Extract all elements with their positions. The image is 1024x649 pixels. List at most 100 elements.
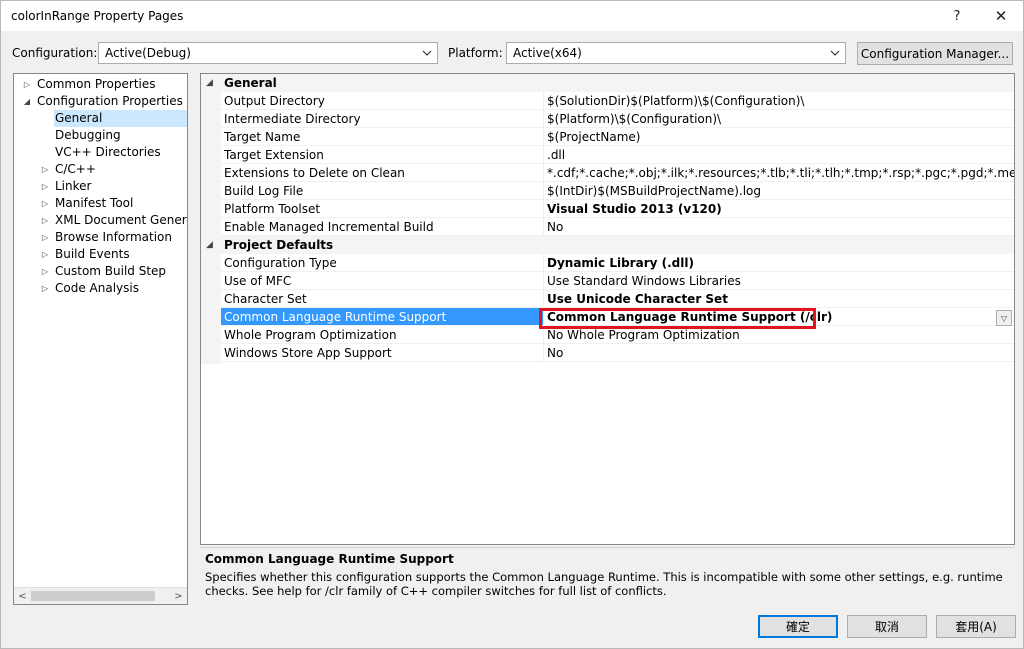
tree-item[interactable]: General (14, 110, 187, 127)
collapse-icon[interactable]: ◢ (206, 236, 216, 254)
property-row[interactable]: Enable Managed Incremental Build No (201, 218, 1014, 236)
description-title: Common Language Runtime Support (205, 552, 454, 566)
tree-item-label: Code Analysis (55, 281, 139, 295)
tree-item[interactable]: ▷ Custom Build Step (14, 263, 187, 280)
property-value[interactable]: No (543, 218, 1014, 236)
highlight-annotation-box (539, 308, 816, 329)
property-name[interactable]: Enable Managed Incremental Build (221, 218, 543, 236)
help-icon[interactable]: ? (935, 3, 979, 29)
property-name[interactable]: Target Name (221, 128, 543, 146)
category-label: Project Defaults (224, 238, 334, 252)
property-value[interactable]: Use Unicode Character Set (543, 290, 1014, 308)
property-name[interactable]: Output Directory (221, 92, 543, 110)
property-row[interactable]: Intermediate Directory $(Platform)\$(Conf… (201, 110, 1014, 128)
scroll-left-icon[interactable]: < (14, 588, 31, 604)
property-value[interactable]: $(IntDir)$(MSBuildProjectName).log (543, 182, 1014, 200)
expand-icon[interactable]: ▷ (40, 280, 50, 297)
description-text: Specifies whether this configuration sup… (205, 570, 1003, 598)
property-name[interactable]: Character Set (221, 290, 543, 308)
tree-item-label: XML Document Generato (55, 213, 187, 227)
tree-item[interactable]: ▷ Code Analysis (14, 280, 187, 297)
property-name[interactable]: Whole Program Optimization (221, 326, 543, 344)
property-tree[interactable]: < > ▷ Common Properties ◢ Configuration Pro… (13, 73, 188, 605)
property-row[interactable]: Target Extension .dll (201, 146, 1014, 164)
expand-icon[interactable]: ▷ (40, 229, 50, 246)
property-name[interactable]: Intermediate Directory (221, 110, 543, 128)
configuration-value: Active(Debug) (105, 46, 191, 60)
property-row[interactable]: Extensions to Delete on Clean *.cdf;*.cac… (201, 164, 1014, 182)
tree-item-label: Configuration Properties (37, 94, 183, 108)
tree-horizontal-scrollbar[interactable]: < > (14, 587, 187, 604)
property-pages-window: colorInRange Property Pages ? ✕ Configur… (0, 0, 1024, 649)
tree-item[interactable]: ▷ Browse Information (14, 229, 187, 246)
property-row[interactable]: Windows Store App Support No (201, 344, 1014, 362)
property-name[interactable]: Extensions to Delete on Clean (221, 164, 543, 182)
expand-icon[interactable]: ▷ (40, 161, 50, 178)
property-row[interactable]: Use of MFC Use Standard Windows Libraries (201, 272, 1014, 290)
chevron-down-icon[interactable]: ▽ (996, 310, 1012, 326)
expand-icon[interactable]: ▷ (40, 178, 50, 195)
platform-label: Platform: (448, 46, 503, 60)
collapse-icon[interactable]: ◢ (206, 74, 216, 92)
title-bar: colorInRange Property Pages ? ✕ (1, 1, 1023, 31)
expand-icon[interactable]: ▷ (40, 195, 50, 212)
configuration-dropdown[interactable]: Active(Debug) (98, 42, 438, 64)
property-row[interactable]: Character Set Use Unicode Character Set (201, 290, 1014, 308)
expand-icon[interactable]: ▷ (40, 263, 50, 280)
category-header[interactable]: ◢ General (201, 74, 1014, 92)
property-value[interactable]: No (543, 344, 1014, 362)
tree-item[interactable]: ▷ Build Events (14, 246, 187, 263)
tree-item-label: Manifest Tool (55, 196, 134, 210)
property-value[interactable]: $(ProjectName) (543, 128, 1014, 146)
category-header[interactable]: ◢ Project Defaults (201, 236, 1014, 254)
property-value[interactable]: *.cdf;*.cache;*.obj;*.ilk;*.resources;*.… (543, 164, 1014, 182)
property-name[interactable]: Target Extension (221, 146, 543, 164)
property-row[interactable]: Target Name $(ProjectName) (201, 128, 1014, 146)
property-name[interactable]: Build Log File (221, 182, 543, 200)
configuration-manager-button[interactable]: Configuration Manager... (857, 42, 1013, 65)
chevron-down-icon (827, 44, 843, 62)
property-value[interactable]: Dynamic Library (.dll) (543, 254, 1014, 272)
property-value[interactable]: $(Platform)\$(Configuration)\ (543, 110, 1014, 128)
tree-item[interactable]: ▷ C/C++ (14, 161, 187, 178)
tree-item-label: VC++ Directories (55, 145, 161, 159)
configuration-label: Configuration: (12, 46, 98, 60)
property-row[interactable]: Build Log File $(IntDir)$(MSBuildProjectN… (201, 182, 1014, 200)
property-row[interactable]: Output Directory $(SolutionDir)$(Platform… (201, 92, 1014, 110)
property-name[interactable]: Common Language Runtime Support (221, 308, 543, 326)
expand-icon[interactable]: ▷ (22, 76, 32, 93)
property-value[interactable]: Use Standard Windows Libraries (543, 272, 1014, 290)
tree-item-label: Build Events (55, 247, 130, 261)
collapse-icon[interactable]: ◢ (22, 93, 32, 110)
property-name[interactable]: Platform Toolset (221, 200, 543, 218)
property-value[interactable]: $(SolutionDir)$(Platform)\$(Configuratio… (543, 92, 1014, 110)
tree-item[interactable]: ▷ Linker (14, 178, 187, 195)
tree-item[interactable]: ▷ Common Properties (14, 76, 187, 93)
tree-item-label: Debugging (55, 128, 121, 142)
property-value[interactable]: .dll (543, 146, 1014, 164)
ok-button[interactable]: 確定 (758, 615, 838, 638)
scrollbar-thumb[interactable] (31, 591, 155, 601)
tree-item[interactable]: ◢ Configuration Properties (14, 93, 187, 110)
property-grid[interactable]: ◢ General Output Directory $(SolutionDir)$(… (200, 73, 1015, 545)
tree-item-label: C/C++ (55, 162, 96, 176)
property-value[interactable]: Visual Studio 2013 (v120) (543, 200, 1014, 218)
cancel-button[interactable]: 取消 (847, 615, 927, 638)
property-row[interactable]: Platform Toolset Visual Studio 2013 (v120… (201, 200, 1014, 218)
property-row[interactable]: Configuration Type Dynamic Library (.dll) (201, 254, 1014, 272)
expand-icon[interactable]: ▷ (40, 246, 50, 263)
property-name[interactable]: Configuration Type (221, 254, 543, 272)
apply-button[interactable]: 套用(A) (936, 615, 1016, 638)
expand-icon[interactable]: ▷ (40, 212, 50, 229)
tree-item[interactable]: ▷ XML Document Generato (14, 212, 187, 229)
platform-value: Active(x64) (513, 46, 582, 60)
chevron-down-icon (419, 44, 435, 62)
platform-dropdown[interactable]: Active(x64) (506, 42, 846, 64)
tree-item[interactable]: Debugging (14, 127, 187, 144)
close-icon[interactable]: ✕ (979, 3, 1023, 29)
tree-item[interactable]: ▷ Manifest Tool (14, 195, 187, 212)
property-name[interactable]: Use of MFC (221, 272, 543, 290)
property-name[interactable]: Windows Store App Support (221, 344, 543, 362)
tree-item[interactable]: VC++ Directories (14, 144, 187, 161)
scroll-right-icon[interactable]: > (170, 588, 187, 604)
